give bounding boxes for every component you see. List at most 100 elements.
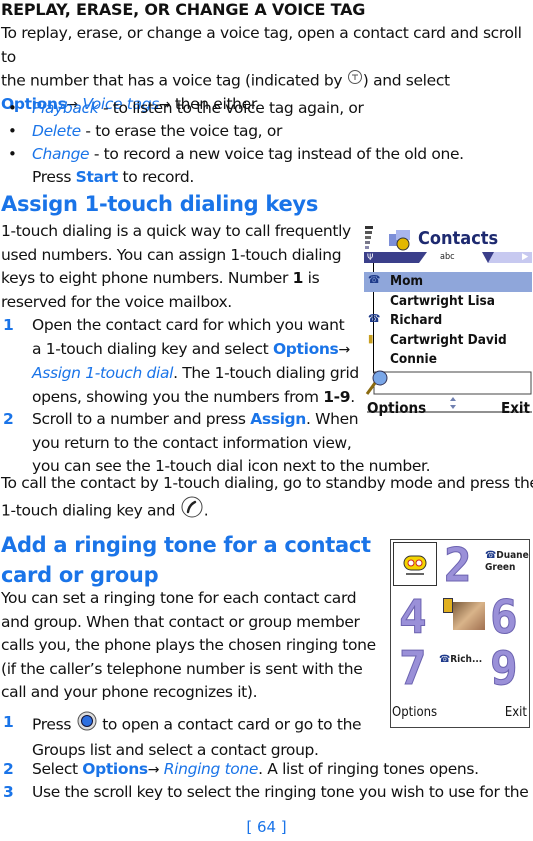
step-number: 2	[3, 760, 14, 778]
step-text: Select Options→ Ringing tone. A list of …	[32, 758, 479, 783]
ringing-tone-link: Ringing tone	[163, 760, 259, 778]
bullet-term: Delete	[32, 122, 81, 140]
dial-digit-2[interactable]: 2	[444, 540, 473, 591]
text: 1-touch dialing key and	[1, 500, 180, 519]
start-link: Start	[75, 168, 119, 186]
voice-tag-icon	[347, 69, 363, 93]
bullet-text: - to erase the voice tag, or	[80, 122, 282, 140]
text-line: used numbers. You can assign 1-touch dia…	[1, 245, 342, 264]
text: . When	[305, 410, 359, 428]
manual-page: REPLAY, ERASE, OR CHANGE A VOICE TAG To …	[0, 0, 533, 841]
contact-photo[interactable]	[453, 602, 485, 630]
step-text: Use the scroll key to select the ringing…	[32, 783, 529, 801]
text: .	[350, 387, 355, 406]
dial-digit-9[interactable]: 9	[490, 643, 519, 694]
bullet-text: - to record a new voice tag instead of t…	[89, 145, 464, 163]
step-number: 1	[3, 713, 14, 731]
arrow: →	[338, 341, 350, 358]
phone-icon: ☎	[368, 312, 381, 325]
text: Rich...	[450, 654, 483, 665]
text-line: Assign 1-touch dial. The 1-touch dialing…	[32, 362, 359, 386]
dial-digit-4[interactable]: 4	[399, 592, 428, 643]
text-line: you return to the contact information vi…	[32, 433, 352, 452]
phone-icon: ☎	[368, 273, 381, 286]
call-key-icon	[180, 496, 204, 526]
text-line: the number that has a voice tag (indicat…	[1, 69, 533, 93]
tab-abc[interactable]: abc	[440, 252, 455, 262]
dial-contact-mid: ☎Rich...	[439, 654, 482, 665]
text-line: To call the contact by 1-touch dialing, …	[1, 474, 533, 492]
text: to record.	[117, 168, 195, 186]
text: . The 1-touch dialing grid	[173, 364, 359, 382]
contact-row[interactable]: ☎ Richard	[364, 311, 532, 331]
bullet-dot: •	[8, 99, 17, 117]
heading-line: card or group	[1, 563, 159, 587]
text: the number that has a voice tag (indicat…	[1, 71, 347, 90]
dial-digit-6[interactable]: 6	[490, 592, 519, 643]
voice-tag-bullets: • Playback - to listen to the voice tag a…	[0, 97, 533, 191]
step-number: 1	[3, 316, 14, 334]
step-text: Press to open a contact card or go to th…	[32, 711, 362, 762]
section-heading-ringing-tone: Add a ringing tone for a contact card or…	[1, 530, 371, 590]
text-line: 1-touch dialing is a quick way to call f…	[1, 222, 351, 240]
text-line: calls you, the phone plays the chosen ri…	[1, 636, 376, 654]
assign-paragraph: 1-touch dialing is a quick way to call f…	[1, 220, 361, 314]
text: Select	[32, 760, 83, 778]
softkey-options[interactable]: Options	[367, 399, 426, 417]
section-heading-assign: Assign 1-touch dialing keys	[1, 192, 319, 216]
text: Scroll to a number and press	[32, 410, 251, 428]
contact-name: Cartwright Lisa	[390, 292, 495, 309]
text: keys to eight phone numbers. Number	[1, 269, 293, 287]
bullet-dot: •	[8, 122, 17, 140]
contact-row[interactable]: Connie	[364, 350, 532, 370]
assign-link: Assign	[250, 410, 306, 428]
contact-name: Cartwright David	[390, 331, 507, 348]
text-line: opens, showing you the numbers from 1-9.	[32, 386, 359, 410]
text: .	[203, 500, 209, 519]
contact-name: Mom	[390, 273, 424, 289]
text: Duane	[496, 550, 529, 561]
phone-icon: ☎	[439, 654, 451, 665]
text: is	[303, 269, 320, 287]
step-text: Open the contact card for which you want…	[32, 314, 359, 409]
text: . A list of ringing tones opens.	[258, 760, 479, 778]
contact-row[interactable]: ▮ Cartwright David	[364, 331, 532, 351]
ringing-tone-paragraph: You can set a ringing tone for each cont…	[1, 587, 381, 705]
text: ) and select	[362, 71, 450, 90]
text: a 1-touch dialing key and select	[32, 339, 273, 358]
text-line: You can set a ringing tone for each cont…	[1, 589, 357, 607]
text-line: Green	[485, 562, 516, 573]
mobile-icon	[443, 598, 453, 613]
assign-link: Assign 1-touch dial	[32, 364, 174, 382]
text: 1-9	[323, 387, 351, 406]
bullet-dot: •	[8, 145, 17, 163]
softkey-exit[interactable]: Exit	[501, 399, 530, 417]
screen-title: Contacts	[418, 228, 499, 249]
call-paragraph: To call the contact by 1-touch dialing, …	[1, 472, 533, 525]
contacts-screenshot: Contacts abc Ψ ▶ ☎ Mom Cartwright Lisa ☎ Ric…	[364, 222, 532, 420]
section-heading-voice-tag: REPLAY, ERASE, OR CHANGE A VOICE TAG	[1, 0, 366, 19]
text-line: Open the contact card for which you want	[32, 316, 345, 334]
softkey-exit[interactable]: Exit	[505, 705, 527, 720]
mobile-icon: ▮	[368, 331, 374, 345]
dial-grid-screenshot: 2 ☎Duane Green 4 6 7 ☎Rich... 9 Options …	[390, 539, 530, 728]
text: Press	[32, 168, 76, 186]
contacts-app-icon	[386, 228, 416, 252]
text: opens, showing you the numbers from	[32, 387, 324, 406]
voicemail-cell[interactable]	[393, 542, 437, 586]
arrow: →	[147, 762, 160, 778]
softkey-options[interactable]: Options	[392, 705, 437, 720]
text-line: call and your phone recognizes it).	[1, 683, 258, 701]
contact-row[interactable]: Cartwright Lisa	[364, 292, 532, 312]
scroll-key-icon	[76, 711, 98, 739]
phone-icon: ☎	[485, 550, 497, 561]
text: Press	[32, 715, 76, 734]
contact-row[interactable]: ☎ Mom	[364, 272, 532, 292]
bullet-term: Playback	[32, 99, 99, 117]
heading-line: Add a ringing tone for a contact	[1, 533, 371, 557]
contact-name: Richard	[390, 312, 443, 328]
step-number: 2	[3, 410, 14, 428]
text-line: Press Start to record.	[32, 166, 194, 190]
dial-digit-7[interactable]: 7	[399, 643, 428, 694]
tab-right-arrow-icon[interactable]: ▶	[522, 252, 528, 262]
